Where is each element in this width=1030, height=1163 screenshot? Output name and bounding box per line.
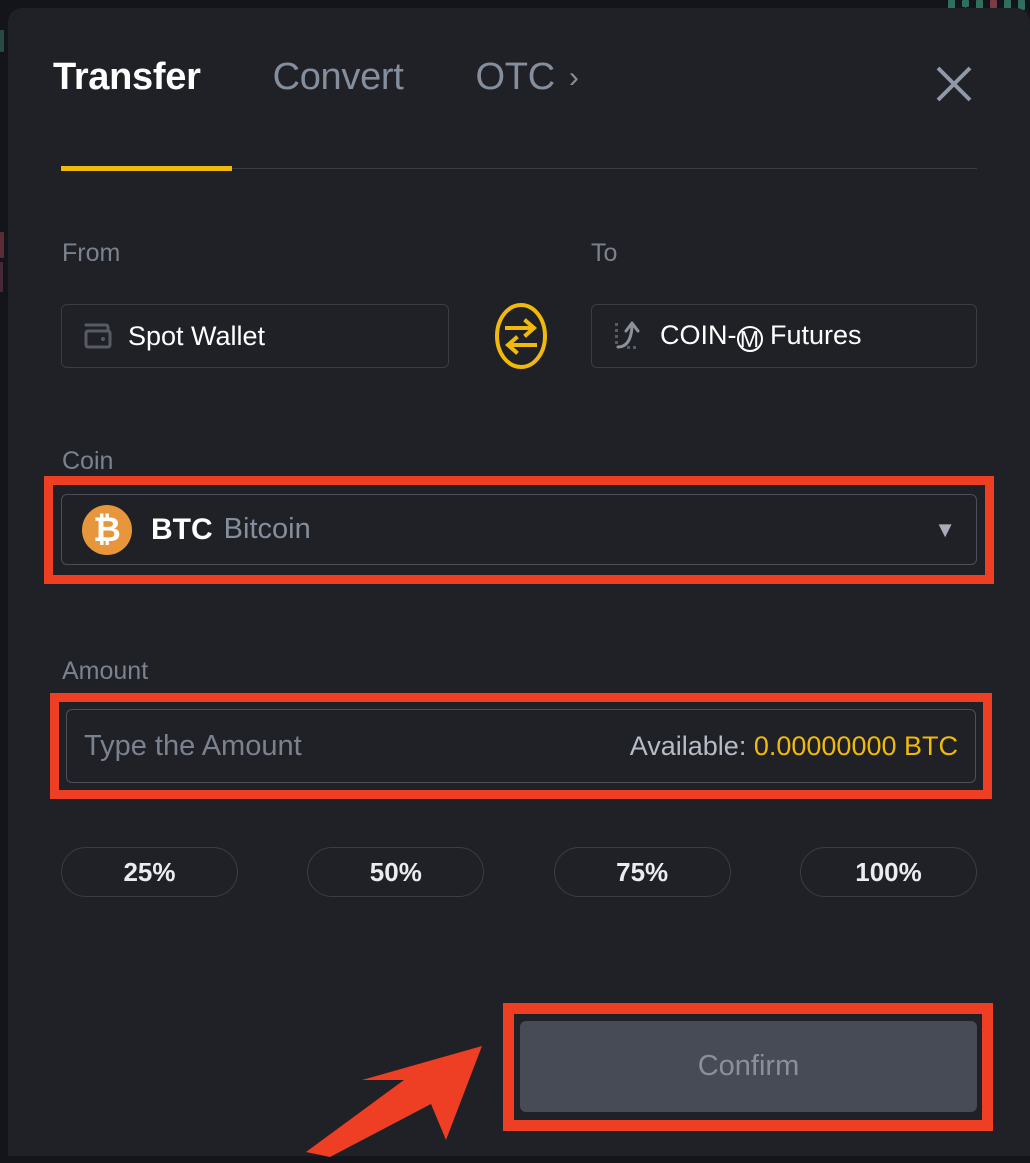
transfer-modal: Transfer Convert OTC › From Spot Wallet [8,8,1030,1156]
bitcoin-icon: ₿ [82,505,132,555]
modal-tabbar: Transfer Convert OTC › [53,56,579,99]
to-wallet-suffix: Futures [770,320,862,350]
from-wallet-select[interactable]: Spot Wallet [61,304,449,368]
available-label: Available: [630,731,747,761]
swap-arrows-icon[interactable] [493,300,549,372]
amount-input[interactable] [84,730,630,763]
coin-m-badge: M [737,326,763,352]
close-icon[interactable] [930,60,978,108]
percent-button-25[interactable]: 25% [61,847,238,897]
coin-symbol: BTC [151,513,213,547]
to-wallet-select[interactable]: COIN-M Futures [591,304,977,368]
available-value: 0.00000000 BTC [754,731,958,761]
coin-label: Coin [62,447,113,476]
tab-transfer[interactable]: Transfer [53,56,201,99]
amount-field-wrapper: Available: 0.00000000 BTC [66,709,976,783]
from-label: From [62,239,120,268]
to-wallet-prefix: COIN- [660,320,737,350]
percent-button-100[interactable]: 100% [800,847,977,897]
background-candle [0,30,4,52]
background-candle [0,262,3,292]
coin-name: Bitcoin [224,513,311,546]
percent-button-50[interactable]: 50% [307,847,484,897]
background-candle [0,232,4,258]
amount-label: Amount [62,657,148,686]
wallet-icon [82,321,114,351]
tab-convert[interactable]: Convert [273,56,404,99]
bitcoin-glyph: ₿ [93,513,121,547]
caret-down-icon: ▼ [934,519,956,541]
percent-button-row: 25% 50% 75% 100% [61,847,977,897]
confirm-button[interactable]: Confirm [520,1021,977,1112]
available-balance: Available: 0.00000000 BTC [630,731,958,762]
from-wallet-value: Spot Wallet [128,321,265,352]
pointer-arrow-icon [300,1040,490,1158]
futures-trend-icon [612,319,646,353]
chevron-right-icon: › [569,63,579,93]
percent-button-75[interactable]: 75% [554,847,731,897]
to-wallet-value: COIN-M Futures [660,320,862,352]
tab-otc-label: OTC [476,56,555,99]
active-tab-underline [61,166,232,171]
tab-otc[interactable]: OTC › [476,56,579,99]
coin-selector[interactable]: ₿ BTC Bitcoin ▼ [61,494,977,565]
to-label: To [591,239,617,268]
